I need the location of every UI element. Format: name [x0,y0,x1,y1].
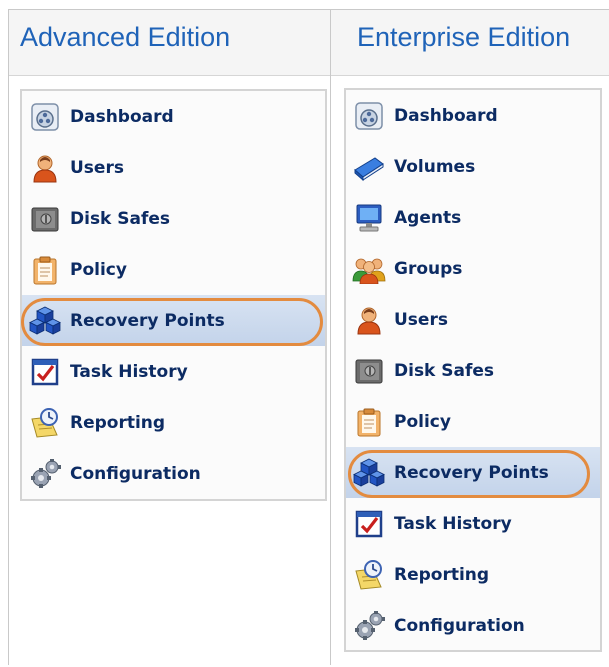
nav-item-task-history[interactable]: Task History [346,498,600,549]
groups-users-icon [352,252,386,286]
nav-item-label: Dashboard [394,105,498,126]
disk-safe-icon [28,202,62,236]
enterprise-nav-list: Dashboard Volumes Agents Groups Users Disk Sa… [346,90,600,650]
nav-item-task-history[interactable]: Task History [22,346,325,397]
configuration-gears-icon [352,609,386,643]
nav-item-dashboard[interactable]: Dashboard [346,90,600,141]
disk-safe-icon [352,354,386,388]
nav-item-label: Reporting [394,564,490,585]
user-icon [352,303,386,337]
nav-item-label: Agents [394,207,462,228]
nav-item-disk-safes[interactable]: Disk Safes [346,345,600,396]
nav-item-recovery-points[interactable]: Recovery Points [346,447,600,498]
nav-item-label: Recovery Points [394,462,549,483]
nav-item-label: Disk Safes [394,360,495,381]
enterprise-edition-title: Enterprise Edition [357,22,571,52]
nav-item-label: Recovery Points [70,310,225,331]
advanced-edition-title: Advanced Edition [20,22,231,52]
nav-item-policy[interactable]: Policy [346,396,600,447]
nav-item-disk-safes[interactable]: Disk Safes [22,193,325,244]
agents-computer-icon [352,201,386,235]
nav-item-configuration[interactable]: Configuration [346,600,600,651]
nav-item-volumes[interactable]: Volumes [346,141,600,192]
nav-item-reporting[interactable]: Reporting [346,549,600,600]
nav-item-label: Users [70,157,124,178]
recovery-points-cubes-icon [352,456,386,490]
nav-item-recovery-points[interactable]: Recovery Points [22,295,325,346]
nav-item-dashboard[interactable]: Dashboard [22,91,325,142]
nav-item-label: Policy [70,259,127,280]
advanced-nav-list: Dashboard Users Disk Safes Policy Recovery P… [21,91,325,499]
nav-item-label: Groups [394,258,463,279]
task-history-icon [352,507,386,541]
dashboard-icon [352,99,386,133]
nav-item-label: Configuration [394,615,525,636]
policy-clipboard-icon [352,405,386,439]
nav-item-agents[interactable]: Agents [346,192,600,243]
nav-item-label: Configuration [70,463,201,484]
advanced-nav-panel: Dashboard Users Disk Safes Policy Recovery P… [20,89,327,501]
nav-item-users[interactable]: Users [22,142,325,193]
nav-item-label: Disk Safes [70,208,171,229]
nav-item-label: Reporting [70,412,166,433]
dashboard-icon [28,100,62,134]
reporting-clock-icon [28,406,62,440]
column-divider [330,9,331,665]
configuration-gears-icon [28,457,62,491]
nav-item-label: Task History [394,513,512,534]
policy-clipboard-icon [28,253,62,287]
task-history-icon [28,355,62,389]
nav-item-policy[interactable]: Policy [22,244,325,295]
user-icon [28,151,62,185]
nav-item-label: Dashboard [70,106,174,127]
nav-item-groups[interactable]: Groups [346,243,600,294]
nav-item-label: Volumes [394,156,476,177]
nav-item-reporting[interactable]: Reporting [22,397,325,448]
nav-item-configuration[interactable]: Configuration [22,448,325,499]
nav-item-label: Task History [70,361,188,382]
recovery-points-cubes-icon [28,304,62,338]
nav-item-label: Users [394,309,448,330]
reporting-clock-icon [352,558,386,592]
nav-item-label: Policy [394,411,451,432]
enterprise-nav-panel: Dashboard Volumes Agents Groups Users Disk Sa… [344,88,602,652]
volumes-book-icon [352,150,386,184]
nav-item-users[interactable]: Users [346,294,600,345]
